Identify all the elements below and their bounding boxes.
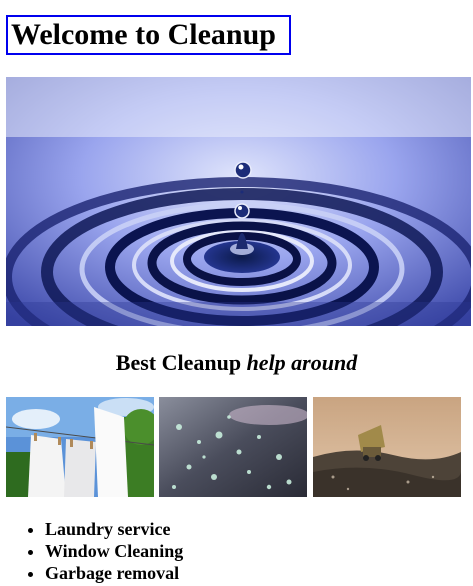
tagline: Best Cleanup help around: [0, 350, 473, 376]
window-droplets-thumbnail: [159, 397, 307, 497]
hero-image: [6, 77, 471, 326]
list-item: Laundry service: [45, 518, 183, 540]
page: Welcome to Cleanup Best Cleanup help aro…: [0, 0, 473, 586]
list-item: Garbage removal: [45, 562, 183, 584]
page-title: Welcome to Cleanup: [6, 15, 291, 55]
tagline-main: Best Cleanup: [115, 350, 242, 375]
services-list: Laundry service Window Cleaning Garbage …: [0, 518, 183, 584]
list-item: Window Cleaning: [45, 540, 183, 562]
laundry-thumbnail: [6, 397, 154, 497]
garbage-truck-thumbnail: [313, 397, 461, 497]
thumbnail-gallery: [6, 397, 464, 497]
tagline-emphasis: help around: [246, 350, 358, 375]
